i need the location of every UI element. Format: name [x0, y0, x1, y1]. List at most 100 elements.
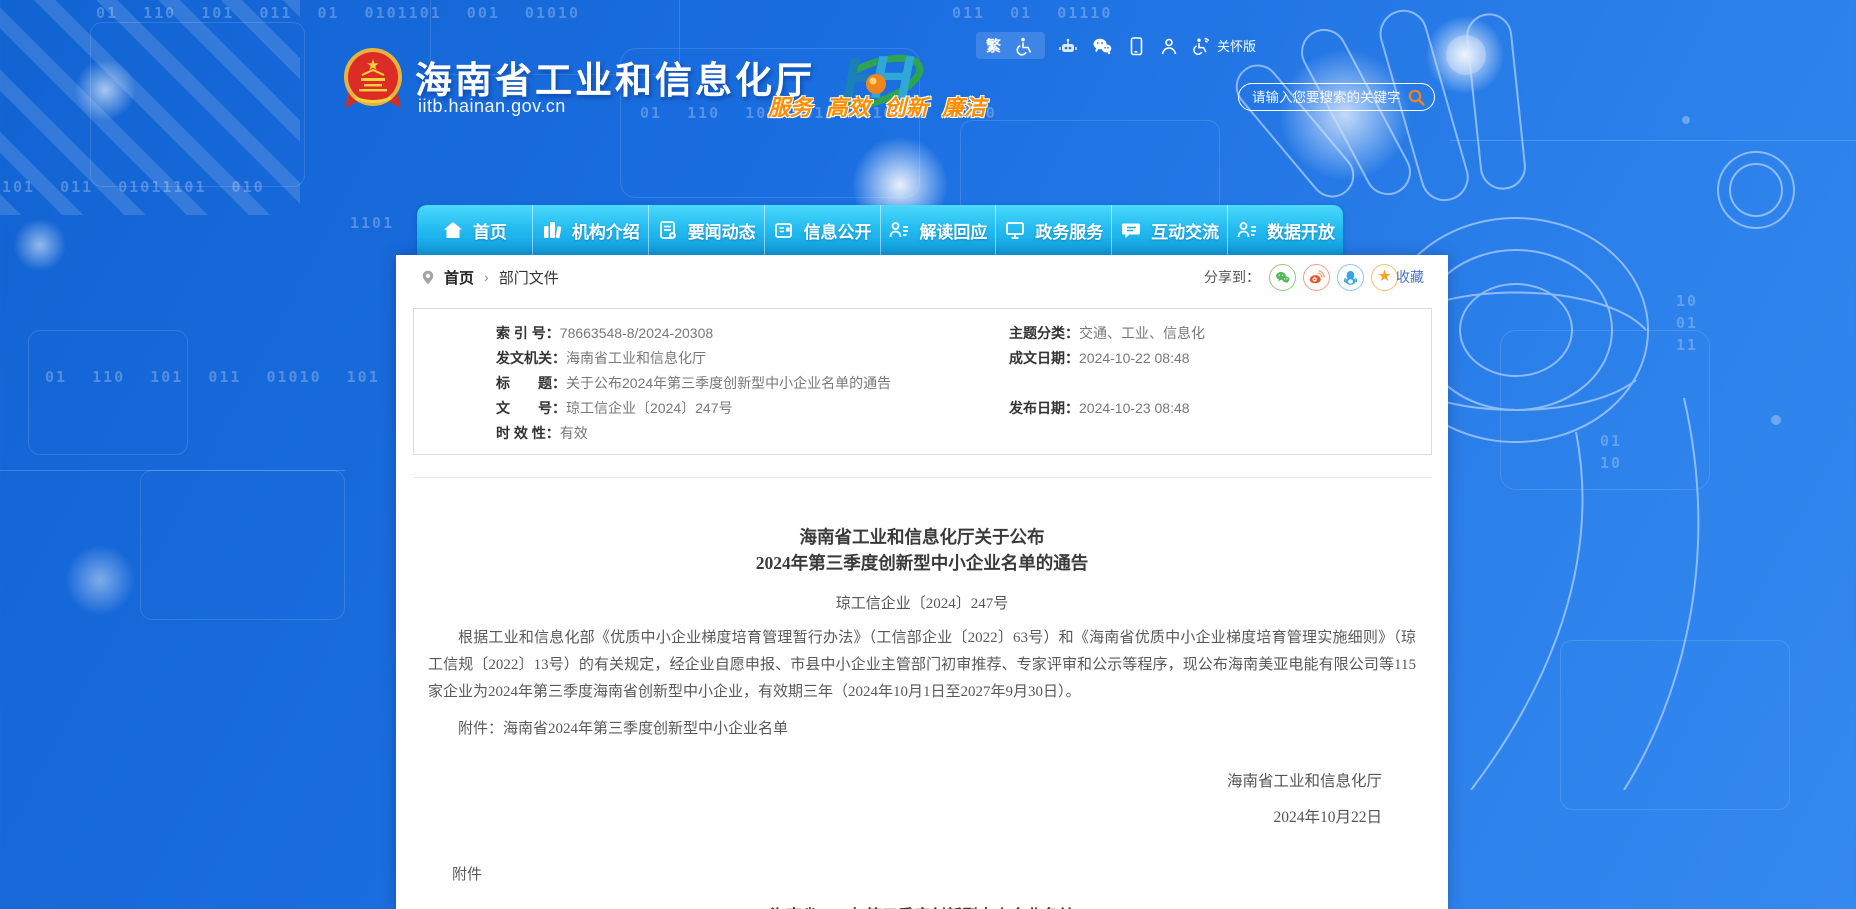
meta-row-publish-date: 发布日期： 2024-10-23 08:48: [1009, 395, 1431, 420]
document-title-line2: 2024年第三季度创新型中小企业名单的通告: [428, 550, 1416, 576]
meta-label: 时 效 性：: [496, 423, 560, 443]
meta-label: 发文机关：: [496, 348, 566, 368]
search-input[interactable]: [1252, 90, 1407, 105]
site-url: iitb.hainan.gov.cn: [418, 96, 566, 117]
nav-label: 数据开放: [1267, 218, 1335, 243]
meta-value: 78663548-8/2024-20308: [560, 325, 713, 341]
nav-item-interpretation[interactable]: 解读回应: [881, 205, 997, 255]
nav-label: 互动交流: [1151, 218, 1219, 243]
meta-value: 2024-10-23 08:48: [1079, 400, 1190, 416]
document-meta-table: 索 引 号： 78663548-8/2024-20308 发文机关： 海南省工业…: [413, 308, 1432, 455]
nav-label: 首页: [473, 218, 507, 243]
attachment-reference-line: 附件：海南省2024年第三季度创新型中小企业名单: [428, 716, 1416, 743]
care-version-label: 关怀版: [1217, 36, 1256, 55]
nav-item-info-disclosure[interactable]: 信息公开: [765, 205, 881, 255]
meta-column-right: 主题分类： 交通、工业、信息化 成文日期： 2024-10-22 08:48 发…: [1009, 320, 1431, 445]
site-slogan: 服务 高效 创新 廉洁: [768, 90, 986, 122]
attachment-title: 海南省2024年第三季度创新型中小企业名单: [428, 902, 1416, 909]
care-version-link[interactable]: 关怀版: [1192, 36, 1256, 56]
share-qq-button[interactable]: [1337, 264, 1364, 291]
meta-label: 文 号：: [496, 398, 566, 418]
meta-value: 交通、工业、信息化: [1079, 323, 1205, 343]
meta-value: 关于公布2024年第三季度创新型中小企业名单的通告: [566, 373, 891, 393]
document-signer: 海南省工业和信息化厅: [428, 769, 1416, 791]
favorite-label[interactable]: 收藏: [1396, 267, 1424, 287]
nav-item-open-data[interactable]: 数据开放: [1228, 205, 1343, 255]
slogan-word: 高效: [826, 90, 870, 122]
share-toolbar: 分享到：: [1204, 264, 1424, 291]
nav-item-interaction[interactable]: 互动交流: [1112, 205, 1228, 255]
meta-label: 标 题：: [496, 373, 566, 393]
share-label: 分享到：: [1204, 267, 1260, 287]
attachment-label: 附件: [428, 863, 1416, 884]
page: 01 110 101 011 01 0101101 001 01010 011 …: [0, 0, 1856, 909]
share-weibo-button[interactable]: [1303, 264, 1330, 291]
document-number: 琼工信企业〔2024〕247号: [428, 592, 1416, 613]
accessibility-icon[interactable]: [1015, 36, 1035, 56]
nav-label: 解读回应: [919, 218, 987, 243]
home-icon: [442, 219, 464, 241]
meta-value: 海南省工业和信息化厅: [566, 348, 706, 368]
meta-label: 成文日期：: [1009, 348, 1079, 368]
nav-label: 政务服务: [1035, 218, 1103, 243]
robot-assistant-icon[interactable]: [1058, 36, 1078, 56]
document-body: 海南省工业和信息化厅关于公布 2024年第三季度创新型中小企业名单的通告 琼工信…: [396, 524, 1448, 909]
meta-row-issuing-agency: 发文机关： 海南省工业和信息化厅: [496, 345, 1009, 370]
qq-share-icon: [1343, 269, 1358, 286]
wechat-share-icon: [1274, 270, 1291, 285]
service-icon: [1004, 219, 1026, 241]
user-account-icon[interactable]: [1159, 36, 1179, 56]
bg-stripes: [0, 0, 300, 215]
meta-column-left: 索 引 号： 78663548-8/2024-20308 发文机关： 海南省工业…: [414, 320, 1009, 445]
meta-label: 主题分类：: [1009, 323, 1079, 343]
open-data-icon: [1236, 219, 1258, 241]
breadcrumb-current[interactable]: 部门文件: [499, 267, 559, 288]
meta-label: 发布日期：: [1009, 398, 1079, 418]
breadcrumb-separator: ›: [484, 269, 489, 285]
topbar: 繁: [976, 32, 1256, 59]
bg-binary-text: 01 10: [1600, 430, 1622, 474]
traditional-chinese-toggle[interactable]: 繁: [986, 35, 1001, 56]
nav-item-about[interactable]: 机构介绍: [533, 205, 649, 255]
mobile-version-icon[interactable]: [1126, 36, 1146, 56]
meta-value: 有效: [560, 423, 588, 443]
news-icon: [657, 219, 679, 241]
bg-binary-text: 10 01 11: [1676, 290, 1698, 356]
location-pin-icon: [420, 268, 436, 287]
bg-binary-text: 01 110 101 011 01 0101101 001 01010: [96, 4, 580, 22]
breadcrumb-home-link[interactable]: 首页: [444, 267, 474, 288]
favorite-button[interactable]: ★: [1371, 264, 1398, 291]
document-title-line1: 海南省工业和信息化厅关于公布: [428, 524, 1416, 550]
search-box: [1238, 83, 1435, 111]
meta-row-empty: [1009, 370, 1431, 395]
nav-label: 信息公开: [804, 218, 872, 243]
weibo-share-icon: [1308, 269, 1325, 286]
meta-row-index-number: 索 引 号： 78663548-8/2024-20308: [496, 320, 1009, 345]
meta-row-topic-category: 主题分类： 交通、工业、信息化: [1009, 320, 1431, 345]
document-paragraph: 根据工业和信息化部《优质中小企业梯度培育管理暂行办法》（工信部企业〔2022〕6…: [428, 625, 1416, 706]
nav-item-services[interactable]: 政务服务: [996, 205, 1112, 255]
favorite-star-icon: ★: [1377, 269, 1391, 285]
slogan-word: 服务: [768, 90, 812, 122]
nav-label: 机构介绍: [572, 218, 640, 243]
interact-icon: [1120, 219, 1142, 241]
bg-binary-text: 011 01 01110: [952, 4, 1112, 22]
search-icon[interactable]: [1407, 88, 1426, 107]
wechat-icon[interactable]: [1091, 36, 1113, 56]
main-nav: 首页 机构介绍 要闻动态 信息公开: [417, 205, 1343, 255]
bg-binary-text: 01 110 101 011 01010 101: [45, 368, 380, 386]
meta-row-written-date: 成文日期： 2024-10-22 08:48: [1009, 345, 1431, 370]
meta-value: 2024-10-22 08:48: [1079, 350, 1190, 366]
meta-label: 索 引 号：: [496, 323, 560, 343]
breadcrumb: 首页 › 部门文件 分享到：: [396, 255, 1448, 299]
national-emblem-logo[interactable]: ★: [343, 46, 403, 119]
care-accessibility-icon: [1192, 36, 1213, 56]
respond-icon: [888, 219, 910, 241]
nav-item-home[interactable]: 首页: [417, 205, 533, 255]
nav-item-news[interactable]: 要闻动态: [649, 205, 765, 255]
nav-label: 要闻动态: [688, 218, 756, 243]
document-sign-date: 2024年10月22日: [428, 805, 1416, 827]
share-wechat-button[interactable]: [1269, 264, 1296, 291]
bg-binary-text: 101 011 01011101 010: [2, 178, 265, 196]
meta-row-doc-number: 文 号： 琼工信企业〔2024〕247号: [496, 395, 1009, 420]
